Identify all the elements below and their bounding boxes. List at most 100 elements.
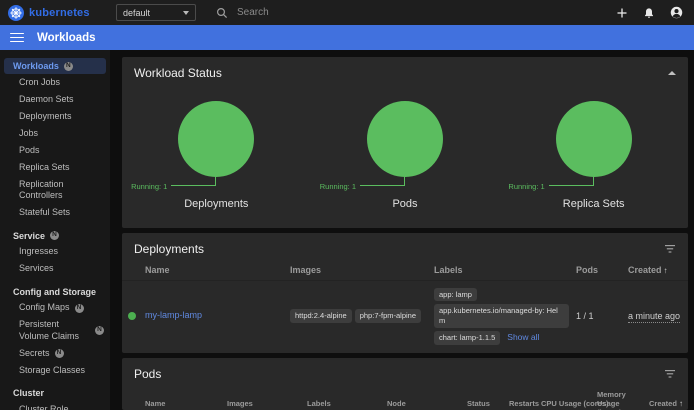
sidebar-item-ingresses[interactable]: Ingresses xyxy=(0,244,110,261)
sidebar-item-replica-sets[interactable]: Replica Sets xyxy=(0,159,110,176)
search-box[interactable] xyxy=(216,0,421,25)
sidebar-item-label: Replication Controllers xyxy=(19,179,104,202)
column-header-restarts[interactable]: Restarts xyxy=(509,399,541,408)
create-resource-icon[interactable] xyxy=(616,7,628,19)
sidebar-item-label: Jobs xyxy=(19,128,38,139)
column-header-memory-usage-bytes[interactable]: Memory Usage (bytes) xyxy=(597,390,649,410)
sidebar-item-label: Workloads xyxy=(13,61,59,71)
search-input[interactable] xyxy=(237,7,397,18)
sidebar-item-config-maps[interactable]: Config MapsN xyxy=(0,300,110,317)
column-header-name[interactable]: Name xyxy=(145,265,290,275)
sidebar-item-cluster[interactable]: Cluster xyxy=(0,385,110,401)
sidebar-item-label: Pods xyxy=(19,145,40,156)
sidebar-item-label: Cluster Role Bindings xyxy=(19,404,104,410)
sidebar-item-replication-controllers[interactable]: Replication Controllers xyxy=(0,176,110,204)
sidebar-item-storage-classes[interactable]: Storage Classes xyxy=(0,362,110,379)
deployments-card: Deployments NameImagesLabelsPodsCreated↑… xyxy=(122,233,688,353)
sidebar-item-label: Stateful Sets xyxy=(19,207,70,218)
column-header-labels[interactable]: Labels xyxy=(307,399,387,408)
deployments-table-body: my-lamp-lamp httpd:2.4-alpinephp:7-fpm-al… xyxy=(122,280,688,353)
column-header-created[interactable]: Created↑ xyxy=(649,399,688,408)
sidebar-item-service[interactable]: ServiceN xyxy=(0,228,110,244)
brand[interactable]: kubernetes xyxy=(8,5,108,21)
label-chip: php:7-fpm-alpine xyxy=(355,309,421,323)
chart-status-label: Running: 1 xyxy=(320,182,356,191)
pods-card: Pods NameImagesLabelsNodeStatusRestartsC… xyxy=(122,358,688,410)
sidebar-item-config-and-storage[interactable]: Config and Storage xyxy=(0,284,110,300)
card-title: Deployments xyxy=(134,242,204,256)
labels-cell: app: lamp app.kubernetes.io/managed-by: H… xyxy=(434,286,576,346)
sidebar-nav: Workloads N Cron Jobs Daemon Sets Deployment… xyxy=(0,50,110,410)
column-header-images[interactable]: Images xyxy=(290,265,434,275)
sidebar-item-label: Cluster xyxy=(13,388,44,398)
label-line: app.kubernetes.io/managed-by: Helm xyxy=(434,303,572,330)
sidebar-item-secrets[interactable]: SecretsN xyxy=(0,345,110,362)
sidebar-item-label: Replica Sets xyxy=(19,162,70,173)
sidebar-item-workloads[interactable]: Workloads N xyxy=(4,58,106,74)
column-header-images[interactable]: Images xyxy=(227,399,307,408)
topbar-actions xyxy=(616,6,686,19)
chart-connector-line xyxy=(171,177,216,186)
card-title: Pods xyxy=(134,367,161,381)
namespaced-badge: N xyxy=(64,62,73,71)
namespaced-badge: N xyxy=(55,349,64,358)
sidebar-item-daemon-sets[interactable]: Daemon Sets xyxy=(0,91,110,108)
topbar: kubernetes default xyxy=(0,0,694,25)
collapse-icon[interactable] xyxy=(668,71,676,75)
sidebar-item-label: Persistent Volume Claims xyxy=(19,319,90,342)
column-header-created[interactable]: Created↑ xyxy=(628,265,688,275)
label-chip: app: lamp xyxy=(434,288,477,302)
sidebar-item-services[interactable]: Services xyxy=(0,261,110,278)
images-cell: httpd:2.4-alpinephp:7-fpm-alpine xyxy=(290,308,434,325)
namespace-value: default xyxy=(123,8,150,18)
sidebar-item-label: Config Maps xyxy=(19,302,70,313)
column-header-pods[interactable]: Pods xyxy=(576,265,628,275)
deployments-table-head: NameImagesLabelsPodsCreated↑ xyxy=(122,263,688,280)
sidebar-item-jobs[interactable]: Jobs xyxy=(0,125,110,142)
pods-table-head: NameImagesLabelsNodeStatusRestartsCPU Us… xyxy=(122,388,688,410)
deployment-row[interactable]: my-lamp-lamp httpd:2.4-alpinephp:7-fpm-al… xyxy=(122,280,688,353)
sort-arrow-icon: ↑ xyxy=(679,399,683,408)
search-icon xyxy=(216,7,228,19)
chevron-down-icon xyxy=(183,11,189,15)
chart-status-label: Running: 1 xyxy=(131,182,167,191)
sidebar-item-deployments[interactable]: Deployments xyxy=(0,108,110,125)
chart-connector-line xyxy=(360,177,405,186)
workload-chart-replica-sets: Running: 1Replica Sets xyxy=(499,101,688,219)
created-cell: a minute ago xyxy=(628,311,688,321)
sidebar-item-label: Config and Storage xyxy=(13,287,96,297)
label-line: chart: lamp-1.1.5Show all xyxy=(434,329,572,346)
sidebar-item-pods[interactable]: Pods xyxy=(0,142,110,159)
content: Workloads N Cron Jobs Daemon Sets Deployment… xyxy=(0,50,694,410)
created-ago: a minute ago xyxy=(628,311,680,323)
sidebar-item-cluster-role-bindings[interactable]: Cluster Role Bindings xyxy=(0,401,110,410)
kubernetes-logo-icon xyxy=(8,5,24,21)
sidebar-item-label: Ingresses xyxy=(19,246,58,257)
user-account-icon[interactable] xyxy=(670,6,683,19)
column-header-name[interactable]: Name xyxy=(145,399,227,408)
column-header-node[interactable]: Node xyxy=(387,399,467,408)
chart-status-label: Running: 1 xyxy=(508,182,544,191)
brand-name: kubernetes xyxy=(29,7,90,19)
sidebar-item-persistent-volume-claims[interactable]: Persistent Volume ClaimsN xyxy=(0,317,110,345)
show-all-link[interactable]: Show all xyxy=(507,332,539,342)
notifications-bell-icon[interactable] xyxy=(643,7,655,19)
label-line: app: lamp xyxy=(434,286,572,303)
filter-icon[interactable] xyxy=(664,369,676,379)
label-chip: app.kubernetes.io/managed-by: Helm xyxy=(434,304,569,328)
sidebar-item-cron-jobs[interactable]: Cron Jobs xyxy=(0,74,110,91)
chart-title: Pods xyxy=(311,198,500,210)
deployment-link[interactable]: my-lamp-lamp xyxy=(145,310,202,320)
column-header-labels[interactable]: Labels xyxy=(434,265,576,275)
sidebar-item-stateful-sets[interactable]: Stateful Sets xyxy=(0,204,110,221)
column-header-status[interactable]: Status xyxy=(467,399,509,408)
sidebar-item-label: Services xyxy=(19,263,54,274)
namespace-selector[interactable]: default xyxy=(116,4,196,21)
sidebar-item-label: Daemon Sets xyxy=(19,94,74,105)
pie-chart xyxy=(367,101,443,177)
namespaced-badge: N xyxy=(50,231,59,240)
column-header-cpu-usage-cores[interactable]: CPU Usage (cores) xyxy=(541,399,597,408)
workload-status-card: Workload Status Running: 1DeploymentsRun… xyxy=(122,57,688,228)
menu-icon[interactable] xyxy=(10,30,24,44)
filter-icon[interactable] xyxy=(664,244,676,254)
